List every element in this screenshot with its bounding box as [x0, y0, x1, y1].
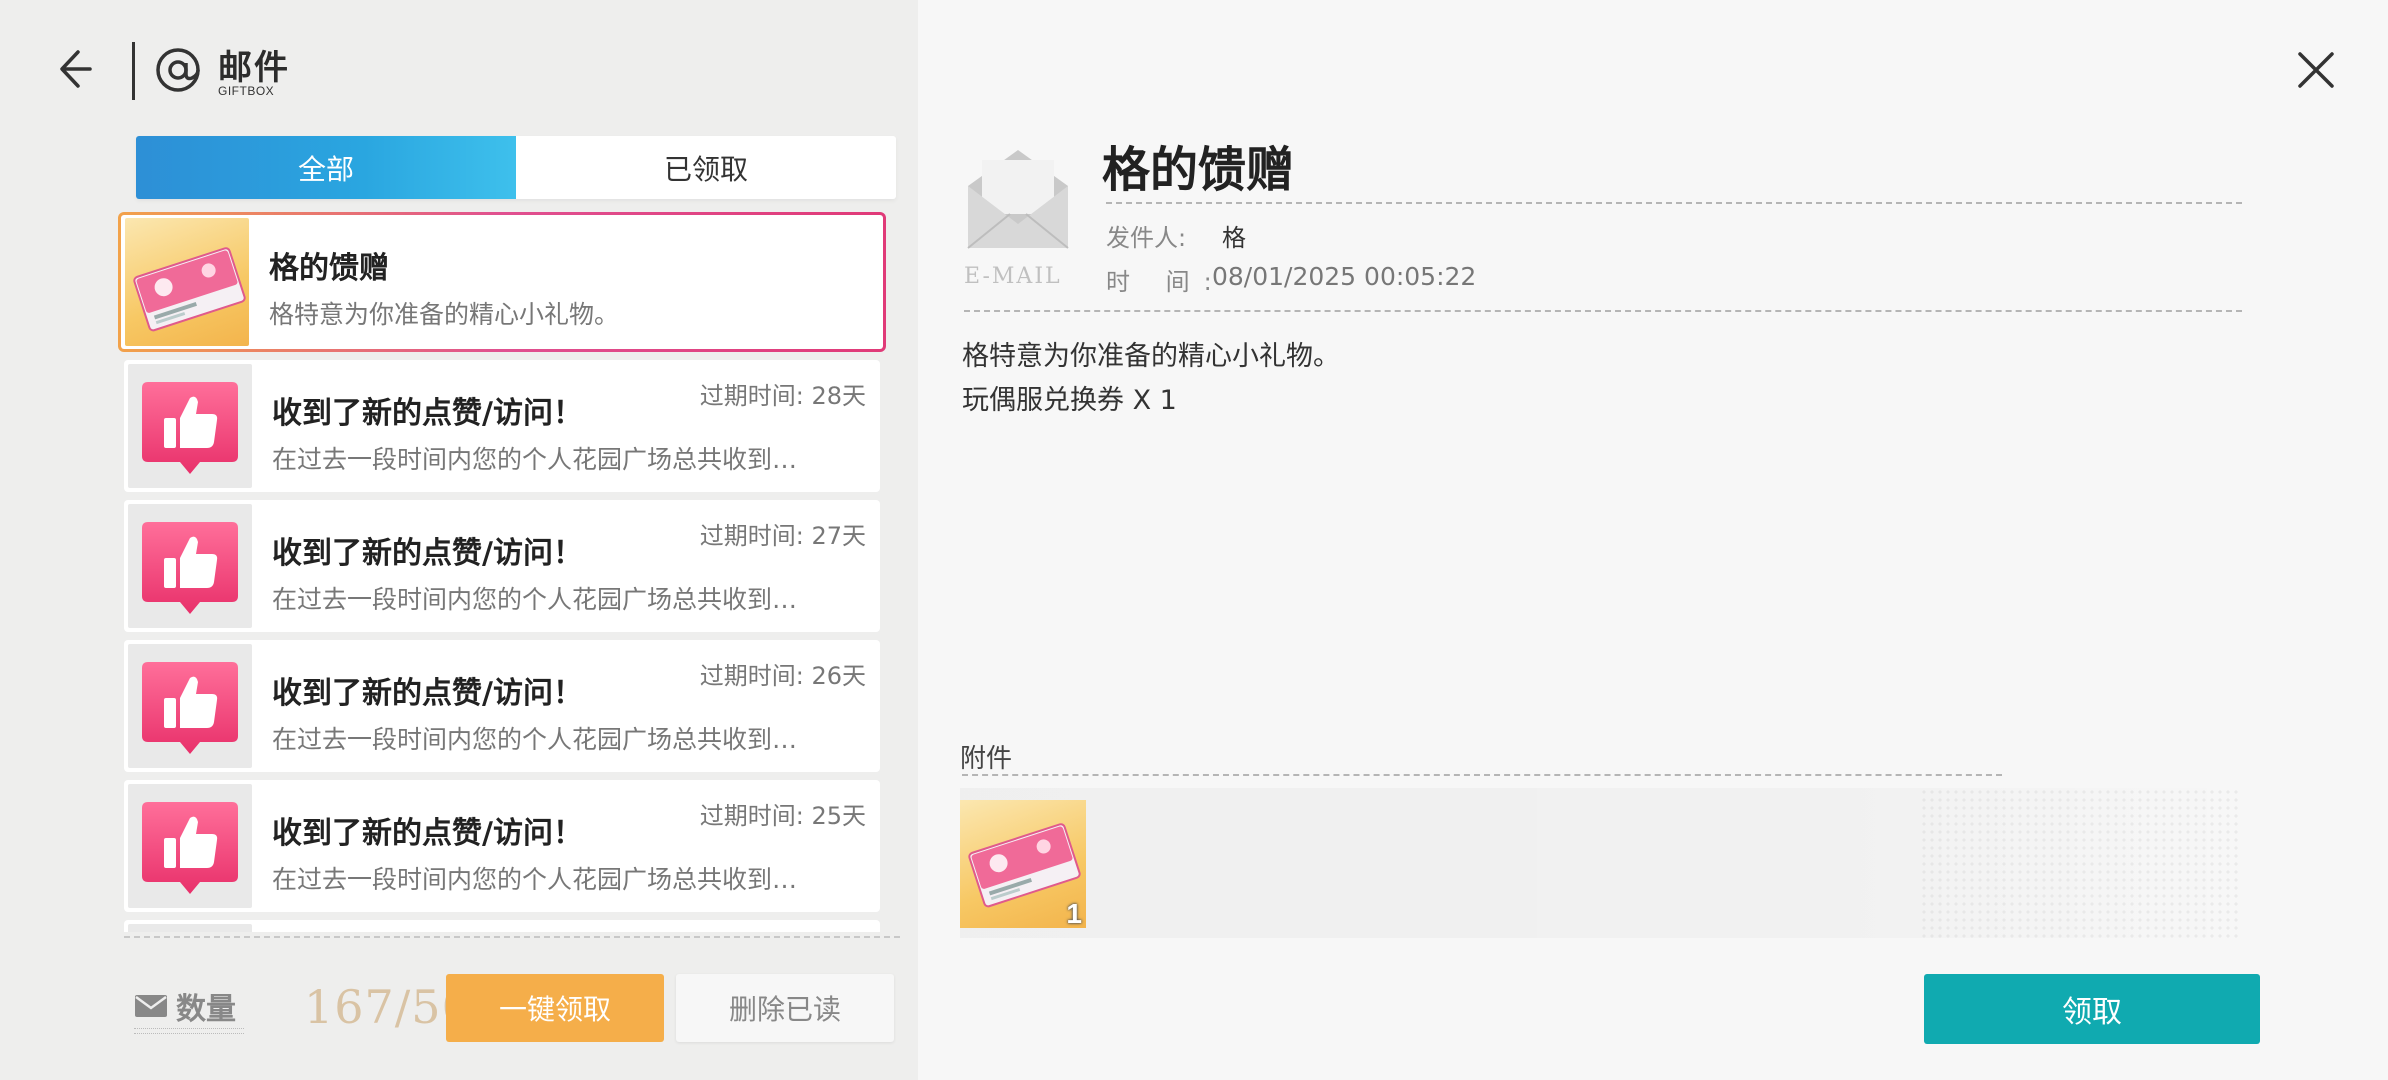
claim-all-button[interactable]: 一键领取 — [446, 974, 664, 1042]
mail-preview: 在过去一段时间内您的个人花园广场总共收到… — [272, 585, 798, 614]
claim-button[interactable]: 领取 — [1924, 974, 2260, 1044]
attachment-label: 附件 — [960, 744, 1013, 774]
list-item[interactable]: 收到了新的点赞/访问！ 在过去一段时间内您的个人花园广场总共收到… 过期时间: … — [124, 500, 880, 632]
mail-detail-title: 格的馈赠 — [1102, 142, 1295, 198]
divider — [964, 310, 2242, 312]
email-label: E-MAIL — [964, 264, 1062, 289]
close-icon[interactable] — [2292, 46, 2340, 94]
divider — [1106, 202, 2242, 204]
thumbs-up-icon — [128, 924, 252, 932]
mail-body-line: 玩偶服兑换券 X 1 — [962, 385, 1177, 416]
count-label: 数量 — [176, 992, 236, 1027]
divider — [962, 774, 2002, 776]
mail-title: 收到了新的点赞/访问！ — [272, 676, 583, 711]
mail-list[interactable]: 格的馈赠 格特意为你准备的精心小礼物。 收到了新的点赞/访问！ 在过去一段时间内… — [118, 212, 886, 932]
mail-icon — [135, 995, 167, 1017]
mail-filter-tabs: 全部 已领取 — [136, 136, 896, 199]
list-item[interactable]: 格的馈赠 格特意为你准备的精心小礼物。 — [118, 212, 886, 352]
page-title: 邮件 — [218, 48, 290, 88]
mail-title: 收到了新的点赞/访问！ — [272, 816, 583, 851]
thumbs-up-icon — [128, 784, 252, 908]
thumbs-up-icon — [128, 644, 252, 768]
mail-expire-time: 过期时间: 27天 — [699, 522, 866, 550]
mail-title: 格的馈赠 — [269, 251, 389, 286]
time-value: 08/01/2025 00:05:22 — [1212, 262, 1477, 291]
sender-label: 发件人: — [1106, 224, 1187, 252]
attachment-item[interactable]: 1 — [960, 800, 1086, 928]
at-sign-icon — [156, 48, 200, 92]
mail-preview: 在过去一段时间内您的个人花园广场总共收到… — [272, 445, 798, 474]
list-item[interactable]: 收到了新的点赞/访问！ 在过去一段时间内您的个人花园广场总共收到… 过期时间: … — [124, 640, 880, 772]
sender-value: 格 — [1222, 224, 1246, 252]
mail-expire-time: 过期时间: 26天 — [699, 662, 866, 690]
list-item[interactable] — [124, 920, 880, 932]
mail-expire-time: 过期时间: 25天 — [699, 802, 866, 830]
ticket-icon — [125, 218, 249, 346]
time-label: 时 间: — [1106, 268, 1226, 296]
count-decoration — [134, 1028, 244, 1034]
attachment-count: 1 — [1066, 898, 1082, 928]
back-arrow-icon[interactable] — [48, 42, 102, 96]
page-subtitle: GIFTBOX — [218, 84, 275, 98]
thumbs-up-icon — [128, 364, 252, 488]
tab-all[interactable]: 全部 — [136, 136, 516, 199]
list-divider — [124, 936, 900, 938]
mail-body-line: 格特意为你准备的精心小礼物。 — [962, 341, 1340, 372]
tab-claimed[interactable]: 已领取 — [516, 136, 896, 199]
count-value: 167/50 — [304, 980, 452, 1034]
mail-expire-time: 过期时间: 28天 — [699, 382, 866, 410]
delete-read-button[interactable]: 删除已读 — [676, 974, 894, 1042]
list-item[interactable]: 收到了新的点赞/访问！ 在过去一段时间内您的个人花园广场总共收到… 过期时间: … — [124, 780, 880, 912]
open-envelope-icon — [967, 150, 1069, 249]
list-item[interactable]: 收到了新的点赞/访问！ 在过去一段时间内您的个人花园广场总共收到… 过期时间: … — [124, 360, 880, 492]
thumbs-up-icon — [128, 504, 252, 628]
mail-preview: 在过去一段时间内您的个人花园广场总共收到… — [272, 725, 798, 754]
mail-preview: 格特意为你准备的精心小礼物。 — [269, 300, 620, 329]
attachment-strip-pattern — [1920, 788, 2240, 938]
mail-list-panel: 邮件 GIFTBOX 全部 已领取 格的馈赠 格特意为你准备的精心小礼物。 收到… — [0, 0, 918, 1080]
mail-title: 收到了新的点赞/访问！ — [272, 536, 583, 571]
header-divider — [132, 42, 135, 100]
mail-preview: 在过去一段时间内您的个人花园广场总共收到… — [272, 865, 798, 894]
mail-count: 数量 — [134, 984, 236, 1028]
mail-title: 收到了新的点赞/访问！ — [272, 396, 583, 431]
